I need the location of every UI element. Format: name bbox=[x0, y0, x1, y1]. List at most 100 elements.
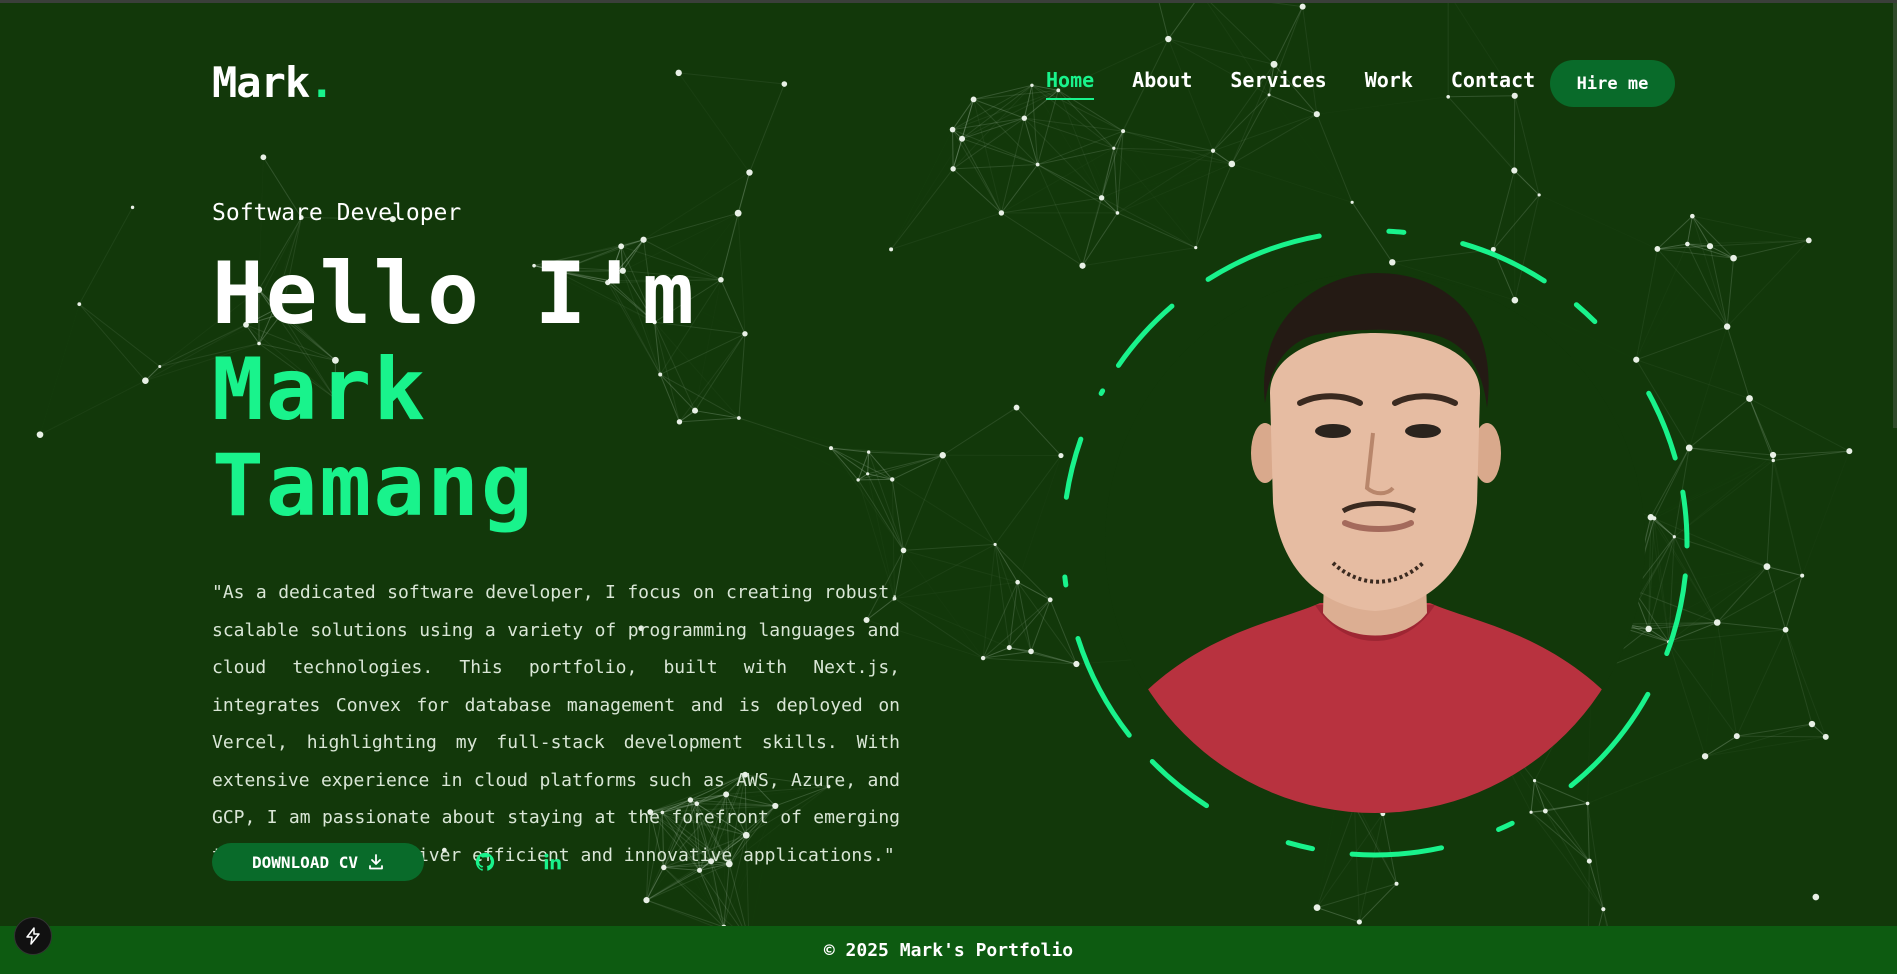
network-node bbox=[1537, 193, 1541, 197]
network-node bbox=[1763, 563, 1771, 571]
network-link bbox=[1736, 735, 1826, 738]
network-link bbox=[1588, 861, 1604, 910]
site-header: Mark. Home About Services Work Contact H… bbox=[0, 0, 1897, 170]
network-node bbox=[1713, 619, 1721, 626]
network-link bbox=[1749, 398, 1774, 461]
network-node bbox=[1771, 458, 1775, 463]
network-node bbox=[1028, 648, 1034, 655]
hero-subtitle: Software Developer bbox=[212, 200, 462, 226]
network-link bbox=[1766, 566, 1787, 630]
network-link bbox=[1726, 240, 1810, 327]
network-link bbox=[1704, 723, 1813, 757]
network-node bbox=[993, 542, 997, 547]
network-node bbox=[142, 377, 149, 384]
network-node bbox=[1313, 904, 1321, 912]
network-link bbox=[1727, 327, 1773, 455]
network-link bbox=[663, 867, 725, 928]
profile-portrait bbox=[1050, 218, 1700, 868]
network-node bbox=[1015, 579, 1020, 585]
github-icon[interactable] bbox=[474, 851, 496, 873]
network-link bbox=[1316, 907, 1360, 923]
network-link bbox=[995, 408, 1016, 545]
network-node bbox=[1006, 645, 1012, 651]
network-link bbox=[942, 454, 996, 545]
network-node bbox=[1394, 881, 1399, 886]
network-link bbox=[79, 303, 161, 367]
network-node bbox=[1800, 573, 1805, 578]
network-link bbox=[1716, 622, 1738, 737]
scrollbar[interactable] bbox=[1893, 3, 1897, 428]
network-node bbox=[643, 897, 650, 904]
network-link bbox=[1726, 258, 1735, 327]
network-link bbox=[1736, 629, 1787, 737]
network-node bbox=[939, 452, 946, 459]
network-link bbox=[1692, 215, 1809, 241]
nav-services[interactable]: Services bbox=[1230, 68, 1326, 100]
network-node bbox=[1115, 211, 1120, 215]
network-link bbox=[994, 544, 1032, 652]
network-link bbox=[942, 407, 1017, 456]
network-link bbox=[994, 544, 1051, 601]
network-node bbox=[1706, 243, 1714, 250]
network-link bbox=[1716, 566, 1768, 623]
network-node bbox=[1782, 626, 1789, 633]
network-link bbox=[1716, 575, 1803, 623]
hero-section: Software Developer Hello I'm Mark Tamang… bbox=[212, 200, 912, 874]
hire-me-button[interactable]: Hire me bbox=[1550, 60, 1675, 107]
network-link bbox=[39, 380, 146, 436]
network-node bbox=[1356, 919, 1362, 925]
download-icon bbox=[369, 854, 383, 870]
network-node bbox=[746, 169, 753, 176]
network-link bbox=[904, 550, 984, 658]
network-link bbox=[1705, 623, 1717, 757]
network-node bbox=[1350, 200, 1354, 204]
network-node bbox=[1769, 451, 1777, 459]
linkedin-icon[interactable] bbox=[542, 851, 564, 873]
window-top-border bbox=[0, 0, 1897, 3]
network-link bbox=[1017, 581, 1051, 601]
network-link bbox=[1773, 450, 1850, 456]
network-link bbox=[1726, 326, 1751, 399]
hero-name-last: Tamang bbox=[212, 436, 535, 536]
network-link bbox=[903, 549, 1018, 583]
nav-work[interactable]: Work bbox=[1365, 68, 1413, 100]
network-node bbox=[1723, 323, 1731, 330]
network-link bbox=[994, 544, 1010, 648]
site-footer: © 2025 Mark's Portfolio bbox=[0, 926, 1897, 974]
network-link bbox=[1705, 736, 1826, 757]
network-node bbox=[1822, 733, 1829, 740]
nav-about[interactable]: About bbox=[1132, 68, 1192, 100]
network-node bbox=[1805, 237, 1812, 244]
network-link bbox=[903, 543, 996, 551]
hero-greeting: Hello I'm bbox=[212, 244, 696, 344]
nav-home[interactable]: Home bbox=[1046, 68, 1095, 100]
network-link bbox=[1772, 460, 1803, 576]
network-node bbox=[1098, 195, 1105, 201]
network-node bbox=[1733, 733, 1740, 740]
download-cv-button[interactable]: DOWNLOAD CV bbox=[212, 843, 424, 881]
network-link bbox=[1802, 451, 1849, 576]
network-node bbox=[36, 431, 44, 438]
download-cv-label: DOWNLOAD CV bbox=[252, 852, 358, 872]
network-node bbox=[1013, 404, 1020, 411]
network-link bbox=[1736, 723, 1813, 737]
network-link bbox=[952, 168, 1002, 214]
network-link bbox=[78, 207, 133, 305]
lightning-icon bbox=[26, 927, 40, 945]
network-link bbox=[1709, 246, 1728, 327]
cta-row: DOWNLOAD CV bbox=[212, 843, 564, 881]
nav-contact[interactable]: Contact bbox=[1451, 68, 1535, 100]
network-link bbox=[1749, 398, 1850, 452]
network-node bbox=[1808, 720, 1816, 728]
network-node bbox=[1701, 753, 1709, 760]
network-node bbox=[1601, 907, 1606, 912]
network-link bbox=[1008, 599, 1051, 648]
network-link bbox=[1785, 629, 1827, 738]
hero-bio: "As a dedicated software developer, I fo… bbox=[212, 582, 900, 866]
nextjs-dev-indicator-icon[interactable] bbox=[14, 917, 52, 955]
hero-name-first: Mark bbox=[212, 340, 428, 440]
logo[interactable]: Mark. bbox=[212, 58, 334, 107]
network-link bbox=[1117, 163, 1233, 214]
network-node bbox=[1730, 254, 1737, 262]
network-link bbox=[699, 870, 725, 928]
